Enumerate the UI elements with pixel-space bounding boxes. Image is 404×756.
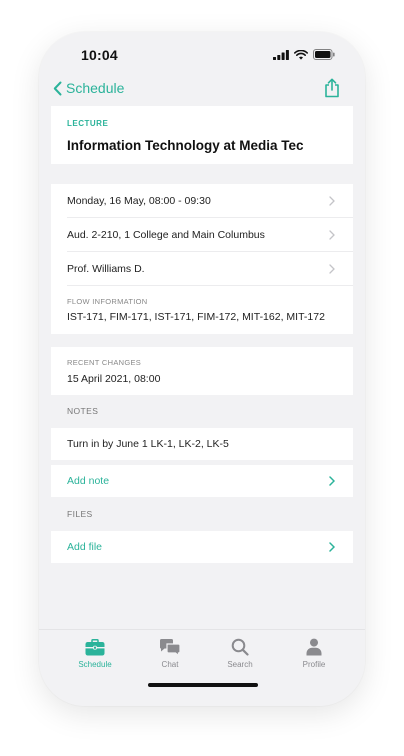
add-note-button[interactable]: Add note [51,465,353,497]
chevron-right-icon [329,542,335,552]
add-note-label: Add note [67,475,110,487]
location-row[interactable]: Aud. 2-210, 1 College and Main Columbus [67,218,353,252]
tab-chat[interactable]: Chat [140,636,200,669]
chevron-right-icon [329,264,335,274]
phone-frame: 10:04 Schedule LECTURE Information Techn… [39,32,365,706]
search-icon [231,638,249,656]
recent-changes-card: RECENT CHANGES 15 April 2021, 08:00 [51,347,353,395]
chevron-left-icon [53,81,62,95]
battery-icon [313,49,335,60]
status-bar: 10:04 [39,32,365,76]
back-button[interactable]: Schedule [53,80,124,96]
note-item[interactable]: Turn in by June 1 LK-1, LK-2, LK-5 [51,428,353,460]
lecture-title: Information Technology at Media Tec [67,138,304,153]
add-file-label: Add file [67,541,103,553]
tab-schedule[interactable]: Schedule [65,636,125,669]
add-file-button[interactable]: Add file [51,531,353,563]
tab-bar: Schedule Chat Search Profile [39,629,365,706]
recent-changes-label: RECENT CHANGES [67,358,142,367]
location-text: Aud. 2-210, 1 College and Main Columbus [67,228,265,241]
tab-chat-label: Chat [161,660,179,669]
lecture-card: LECTURE Information Technology at Media … [51,106,353,164]
tab-search-label: Search [227,660,253,669]
person-icon [306,638,322,656]
flow-information-label: FLOW INFORMATION [67,297,148,306]
chevron-right-icon [329,196,335,206]
date-time-text: Monday, 16 May, 08:00 - 09:30 [67,194,211,207]
status-time: 10:04 [81,47,118,63]
note-text: Turn in by June 1 LK-1, LK-2, LK-5 [67,438,229,450]
lecture-type-label: LECTURE [67,119,109,128]
status-icons [273,49,335,60]
chat-bubbles-icon [160,639,181,656]
share-button[interactable] [323,78,341,103]
recent-changes-value: 15 April 2021, 08:00 [67,373,161,385]
notes-heading: NOTES [67,406,99,416]
tab-profile[interactable]: Profile [284,636,344,669]
tab-schedule-label: Schedule [78,660,112,669]
share-icon [325,78,339,98]
files-heading: FILES [67,509,93,519]
home-indicator[interactable] [148,683,258,687]
navigation-bar: Schedule [39,76,365,104]
wifi-icon [294,49,308,60]
professor-text: Prof. Williams D. [67,262,145,275]
date-time-row[interactable]: Monday, 16 May, 08:00 - 09:30 [67,184,353,218]
chevron-right-icon [329,230,335,240]
chevron-right-icon [329,476,335,486]
back-label: Schedule [66,80,125,96]
briefcase-icon [85,638,105,655]
tab-search[interactable]: Search [210,636,270,669]
professor-row[interactable]: Prof. Williams D. [67,252,353,286]
flow-information-value: IST-171, FIM-171, IST-171, FIM-172, MIT-… [67,311,325,323]
lecture-details-card: Monday, 16 May, 08:00 - 09:30 Aud. 2-210… [51,184,353,334]
tab-profile-label: Profile [302,660,326,669]
signal-icon [273,49,289,60]
